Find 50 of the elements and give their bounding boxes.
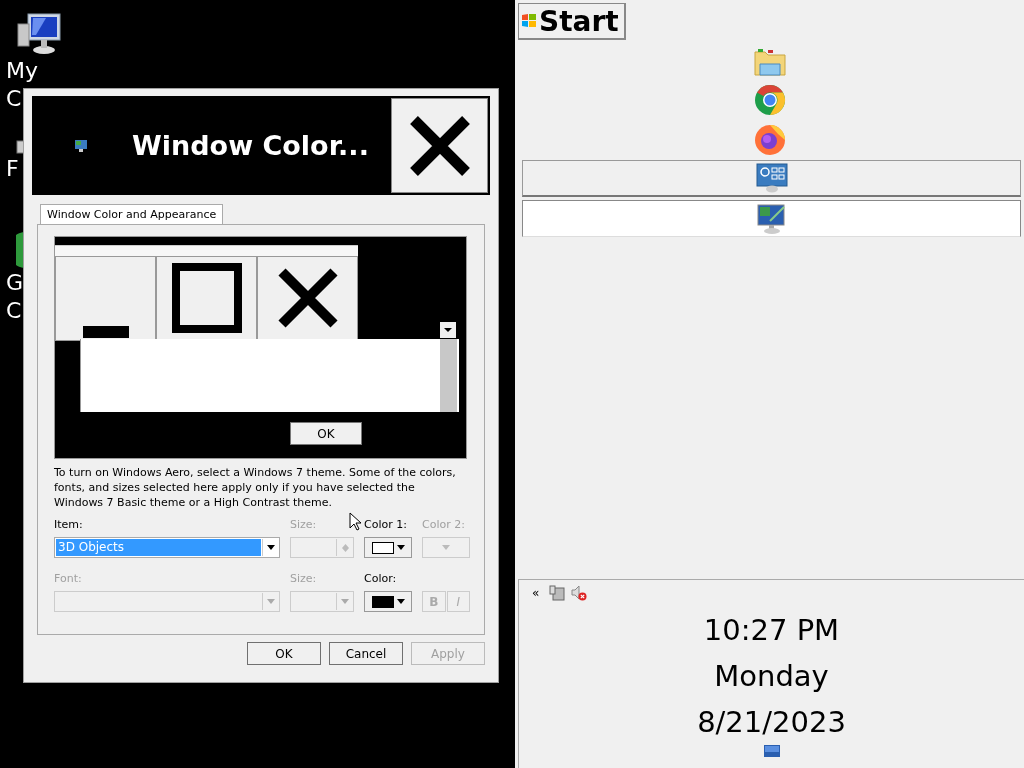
desktop-icon-label[interactable]: My [6,58,38,84]
close-button[interactable] [391,98,488,193]
show-desktop-icon[interactable] [763,745,780,757]
ok-button[interactable]: OK [247,642,321,665]
clock-day[interactable]: Monday [714,653,829,699]
control-panel-icon [755,163,788,193]
field-label: Color 1: [364,518,408,533]
close-icon [276,266,339,329]
color-picker[interactable] [364,537,412,558]
chrome-icon[interactable] [753,84,786,116]
caret-icon [396,545,405,550]
field-label: Color: [364,572,398,587]
display-settings-icon [74,138,88,153]
color-picker[interactable] [364,591,412,612]
start-button[interactable]: Start [518,3,626,40]
cancel-button[interactable]: Cancel [329,642,403,665]
firefox-icon[interactable] [753,124,786,156]
display-settings-icon [755,202,788,235]
caret-icon [267,599,275,604]
clock-date[interactable]: 8/21/2023 [697,699,846,745]
desktop-icon-label[interactable]: C [6,86,22,112]
field-label: Font: [54,572,83,587]
desktop-icon-label[interactable]: G [6,270,24,296]
caret-icon [442,545,450,550]
field-label: Item: [54,518,84,533]
network-icon[interactable] [549,585,566,601]
preview-ok-button[interactable]: OK [290,422,362,445]
windows-logo-icon [521,13,537,29]
caret-icon [341,599,349,604]
caret-icon [267,545,275,550]
taskbar-button[interactable] [522,200,1021,237]
minimize-icon [82,326,129,338]
taskbar-button[interactable] [522,160,1021,197]
field-label: Color 2: [422,518,466,533]
close-icon [407,113,472,178]
field-label: Size: [290,572,318,587]
window-title: Window Color... [132,130,370,161]
caret-icon [396,599,405,604]
description-text: To turn on Windows Aero, select a Windows 7 theme. Some of the colors, fonts, and sizes selected here apply only if you have selected the Windows 7 Basic theme or a High Contrast theme. [54,465,457,510]
computer-icon[interactable] [16,10,64,56]
field-label: Size: [290,518,318,533]
folder-icon[interactable] [753,48,786,76]
muted-speaker-icon[interactable] [571,585,588,601]
maximize-icon [171,262,242,333]
desktop-icon-label[interactable]: C [6,298,22,324]
expand-tray-button[interactable]: « [528,586,544,600]
clock-time[interactable]: 10:27 PM [703,607,840,653]
mouse-cursor-icon [349,512,361,531]
tab[interactable]: Window Color and Appearance [40,204,224,224]
desktop-icon-label[interactable]: F [6,156,19,182]
